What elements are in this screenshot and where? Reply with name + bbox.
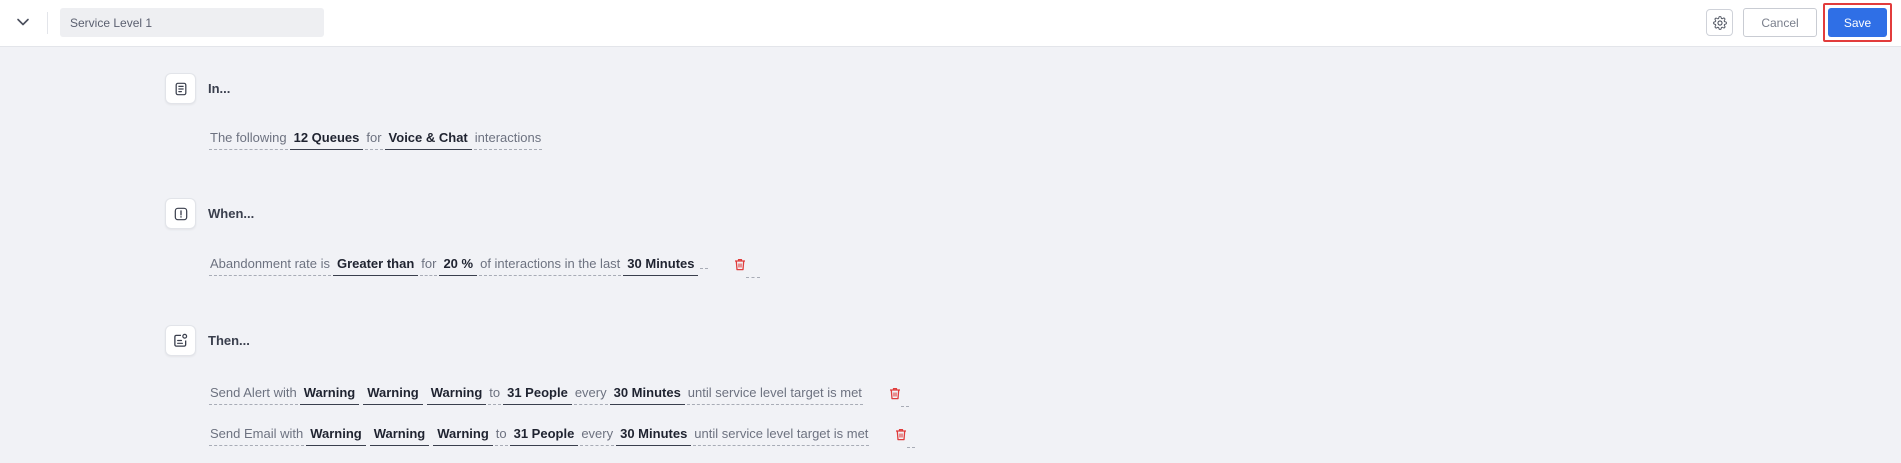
rule-text: Abandonment rate is xyxy=(209,256,331,276)
save-button[interactable]: Save xyxy=(1828,8,1887,37)
cancel-button[interactable]: Cancel xyxy=(1743,8,1817,37)
recipients-selector[interactable]: 31 People xyxy=(509,426,579,446)
section-in-title: In... xyxy=(208,81,231,96)
severity-selector[interactable]: Warning xyxy=(299,385,360,405)
section-in-icon-box xyxy=(165,73,196,104)
alert-square-icon xyxy=(174,207,187,220)
section-when-header: When... xyxy=(165,198,254,229)
gear-icon xyxy=(1712,15,1727,30)
rule-text: Send Email with xyxy=(209,426,305,446)
delete-condition-button[interactable] xyxy=(734,258,746,275)
rule-text: every xyxy=(573,385,608,405)
rule-text: for xyxy=(420,256,438,276)
rule-tail xyxy=(746,277,761,278)
threshold-selector[interactable]: 20 % xyxy=(439,256,478,276)
rule-tail xyxy=(900,406,909,407)
then-rule-alert: Send Alert with Warning Warning Warning … xyxy=(209,383,909,407)
service-level-name-input[interactable] xyxy=(60,8,324,37)
severity-selector[interactable]: Warning xyxy=(433,426,493,446)
when-rule: Abandonment rate is Greater than for 20 … xyxy=(209,254,761,278)
frequency-selector[interactable]: 30 Minutes xyxy=(609,385,685,405)
rule-text: to xyxy=(488,385,502,405)
delete-action-button[interactable] xyxy=(895,428,907,445)
section-in-header: In... xyxy=(165,73,230,104)
recipients-selector[interactable]: 31 People xyxy=(503,385,572,405)
collapse-toggle[interactable] xyxy=(11,10,35,34)
delete-action-button[interactable] xyxy=(889,387,901,404)
channel-selector[interactable]: Voice & Chat xyxy=(384,130,472,150)
rule-tail xyxy=(907,447,916,448)
time-window-selector[interactable]: 30 Minutes xyxy=(623,256,699,276)
rule-text: for xyxy=(365,130,383,150)
rule-spacer xyxy=(700,264,709,269)
chevron-down-icon xyxy=(17,18,29,26)
frequency-selector[interactable]: 30 Minutes xyxy=(616,426,692,446)
notification-task-icon xyxy=(174,333,188,347)
rule-text: until service level target is met xyxy=(693,426,870,446)
in-rule: The following 12 Queues for Voice & Chat… xyxy=(209,128,543,152)
section-when-icon-box xyxy=(165,198,196,229)
rule-text: until service level target is met xyxy=(686,385,863,405)
then-rule-email: Send Email with Warning Warning Warning … xyxy=(209,424,916,448)
save-button-highlight: Save xyxy=(1823,3,1892,42)
section-then-header: Then... xyxy=(165,325,250,356)
severity-selector[interactable]: Warning xyxy=(426,385,487,405)
document-list-icon xyxy=(175,82,186,95)
rule-text: Send Alert with xyxy=(209,385,298,405)
rule-text: to xyxy=(494,426,508,446)
operator-selector[interactable]: Greater than xyxy=(332,256,419,276)
section-then-icon-box xyxy=(165,325,196,356)
rule-text: interactions xyxy=(473,130,543,150)
trash-icon xyxy=(896,428,907,440)
section-then-title: Then... xyxy=(208,333,250,348)
settings-button[interactable] xyxy=(1706,9,1733,36)
severity-selector[interactable]: Warning xyxy=(306,426,366,446)
queues-selector[interactable]: 12 Queues xyxy=(289,130,364,150)
trash-icon xyxy=(889,387,900,399)
rule-text: of interactions in the last xyxy=(479,256,622,276)
top-bar: Cancel Save xyxy=(0,0,1901,47)
section-when-title: When... xyxy=(208,206,255,221)
severity-selector[interactable]: Warning xyxy=(369,426,430,446)
header-divider xyxy=(47,12,48,34)
rule-text: The following xyxy=(209,130,288,150)
trash-icon xyxy=(735,258,746,270)
severity-selector[interactable]: Warning xyxy=(363,385,423,405)
rule-text: every xyxy=(580,426,615,446)
